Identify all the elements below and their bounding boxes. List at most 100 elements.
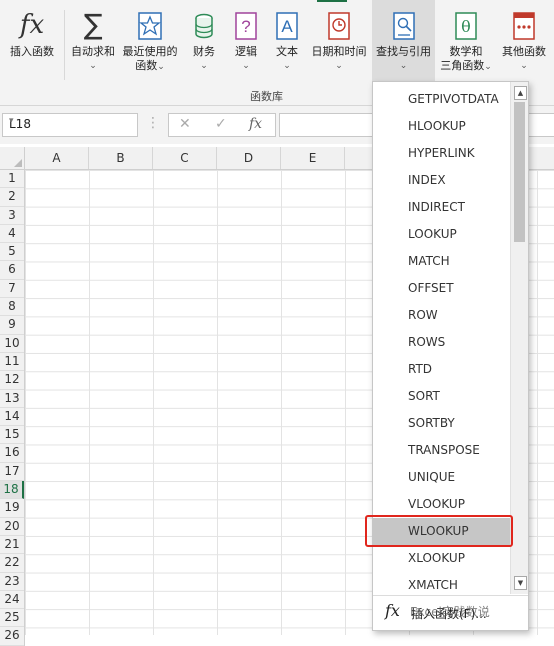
- function-menu-item[interactable]: ROWS: [373, 329, 510, 356]
- function-menu-item[interactable]: HYPERLINK: [373, 140, 510, 167]
- fx-icon: fx: [19, 10, 45, 40]
- chevron-down-icon: ⌄: [484, 62, 492, 72]
- row-header[interactable]: 10: [0, 335, 24, 353]
- chevron-down-icon[interactable]: ▾: [9, 116, 133, 126]
- row-headers: 1 2 3 4 5 6 7 8 9 10 11 12 13 14 15 16 17 18 19 20 21 22 23 24 2…: [0, 170, 25, 646]
- column-header[interactable]: A: [25, 147, 89, 169]
- question-icon: ?: [235, 12, 257, 43]
- autosum-button[interactable]: ∑ 自动求和 ⌄: [66, 0, 120, 84]
- highlight-annotation-box: [365, 515, 513, 547]
- row-header[interactable]: 20: [0, 518, 24, 536]
- chevron-down-icon: ⌄: [89, 61, 97, 71]
- recently-used-button[interactable]: 最近使用的 函数⌄: [120, 0, 180, 84]
- row-header[interactable]: 26: [0, 627, 24, 646]
- row-header[interactable]: 13: [0, 390, 24, 408]
- column-header[interactable]: E: [281, 147, 345, 169]
- column-header[interactable]: D: [217, 147, 281, 169]
- coins-icon: [193, 12, 215, 43]
- scroll-thumb[interactable]: [514, 102, 525, 242]
- chevron-down-icon: ⌄: [520, 61, 528, 71]
- select-all-corner[interactable]: [0, 147, 25, 170]
- function-menu-item[interactable]: INDIRECT: [373, 194, 510, 221]
- function-menu-item[interactable]: OFFSET: [373, 275, 510, 302]
- row-header[interactable]: 4: [0, 225, 24, 244]
- row-header[interactable]: 15: [0, 426, 24, 445]
- function-menu-item[interactable]: UNIQUE: [373, 464, 510, 491]
- chevron-down-icon: ⌄: [157, 62, 165, 72]
- row-header[interactable]: 24: [0, 591, 24, 610]
- row-header[interactable]: 19: [0, 499, 24, 518]
- insert-function-icon[interactable]: fx: [249, 116, 262, 132]
- scroll-down-icon[interactable]: ▼: [514, 576, 527, 590]
- enter-icon[interactable]: ✓: [215, 116, 227, 132]
- text-a-icon: A: [276, 12, 298, 43]
- insert-function-button[interactable]: fx 插入函数: [2, 0, 62, 84]
- drag-handle-icon[interactable]: ⋮: [146, 115, 160, 131]
- ribbon-label: 逻辑: [235, 45, 257, 58]
- logical-button[interactable]: ? 逻辑 ⌄: [226, 0, 266, 84]
- row-header[interactable]: 2: [0, 188, 24, 207]
- chevron-down-icon: ⌄: [200, 61, 208, 71]
- row-header[interactable]: 17: [0, 463, 24, 482]
- function-menu-item[interactable]: MATCH: [373, 248, 510, 275]
- formula-buttons: ✕ ✓ fx: [168, 113, 276, 137]
- row-header[interactable]: 8: [0, 298, 24, 317]
- column-header[interactable]: B: [89, 147, 153, 169]
- text-button[interactable]: A 文本 ⌄: [268, 0, 306, 84]
- function-menu-item[interactable]: XLOOKUP: [373, 545, 510, 572]
- function-menu-item[interactable]: VLOOKUP: [373, 491, 510, 518]
- ribbon-label: 文本: [276, 45, 298, 58]
- fx-icon: fx: [385, 601, 400, 620]
- svg-text:?: ?: [241, 17, 250, 36]
- sigma-icon: ∑: [83, 8, 103, 41]
- chevron-down-icon: ⌄: [335, 61, 343, 71]
- row-header[interactable]: 3: [0, 207, 24, 225]
- function-menu-item[interactable]: SORTBY: [373, 410, 510, 437]
- math-trig-button[interactable]: θ 数学和 三角函数⌄: [436, 0, 496, 84]
- row-header[interactable]: 1: [0, 170, 24, 189]
- row-header[interactable]: 25: [0, 609, 24, 628]
- column-header[interactable]: C: [153, 147, 217, 169]
- function-menu-item[interactable]: ROW: [373, 302, 510, 329]
- star-icon: [138, 12, 162, 43]
- lookup-reference-button[interactable]: 查找与引用 ⌄: [372, 0, 435, 84]
- row-header[interactable]: 9: [0, 316, 24, 335]
- row-header[interactable]: 12: [0, 371, 24, 390]
- row-header[interactable]: 18: [0, 481, 24, 500]
- scroll-up-icon[interactable]: ▲: [514, 86, 527, 100]
- row-header[interactable]: 7: [0, 280, 24, 299]
- ribbon-label: 财务: [193, 45, 215, 58]
- row-header[interactable]: 16: [0, 444, 24, 463]
- function-menu-item[interactable]: SORT: [373, 383, 510, 410]
- magnifier-book-icon: [392, 12, 415, 43]
- svg-text:θ: θ: [461, 17, 471, 36]
- lookup-reference-dropdown: GETPIVOTDATA HLOOKUP HYPERLINK INDEX INDIREC…: [372, 81, 529, 631]
- ribbon-label: 最近使用的: [122, 45, 178, 58]
- row-header[interactable]: 5: [0, 243, 24, 262]
- ribbon-label: 数学和: [449, 45, 483, 58]
- function-menu-item[interactable]: INDEX: [373, 167, 510, 194]
- function-menu-item[interactable]: GETPIVOTDATA: [373, 86, 510, 113]
- function-menu-item[interactable]: RTD: [373, 356, 510, 383]
- watermark: Excel实践数说: [410, 605, 490, 619]
- clock-icon: [328, 12, 350, 43]
- chevron-down-icon: ⌄: [283, 61, 291, 71]
- function-menu-item[interactable]: TRANSPOSE: [373, 437, 510, 464]
- date-time-button[interactable]: 日期和时间 ⌄: [307, 0, 371, 84]
- ribbon-separator: [64, 10, 65, 80]
- financial-button[interactable]: 财务 ⌄: [184, 0, 224, 84]
- function-menu-item[interactable]: LOOKUP: [373, 221, 510, 248]
- row-header[interactable]: 22: [0, 554, 24, 573]
- row-header[interactable]: 23: [0, 573, 24, 591]
- row-header[interactable]: 21: [0, 536, 24, 555]
- ribbon-group-label: 函数库: [250, 90, 283, 103]
- ribbon-label: 日期和时间: [311, 45, 367, 58]
- more-functions-button[interactable]: 其他函数 ⌄: [496, 0, 552, 84]
- row-header[interactable]: 6: [0, 261, 24, 280]
- row-header[interactable]: 11: [0, 353, 24, 372]
- function-menu-item[interactable]: HLOOKUP: [373, 113, 510, 140]
- ribbon-label: 其他函数: [502, 45, 546, 58]
- row-header[interactable]: 14: [0, 408, 24, 427]
- name-box[interactable]: L18 ▾: [2, 113, 138, 137]
- cancel-icon[interactable]: ✕: [179, 116, 191, 132]
